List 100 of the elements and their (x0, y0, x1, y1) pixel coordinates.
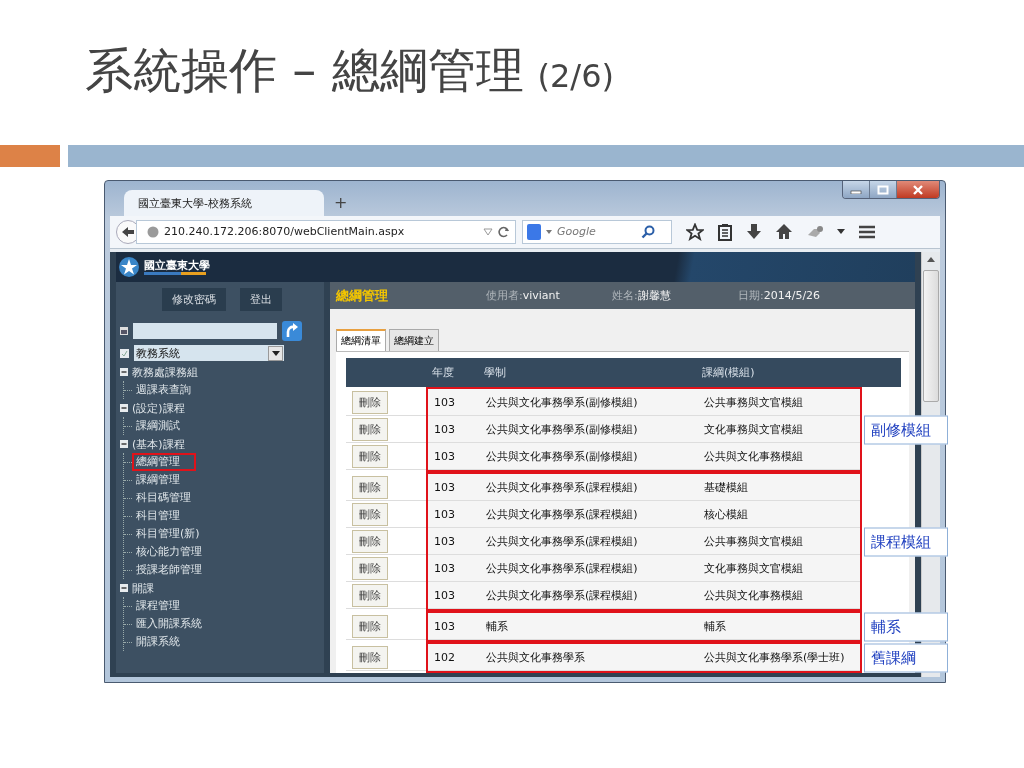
tab[interactable]: 總綱清單 (336, 329, 386, 351)
table-cell-text: 102 (433, 650, 456, 664)
field-label: 使用者: (486, 289, 523, 302)
tree-item[interactable]: 週課表查詢 (132, 381, 195, 399)
tree-item[interactable]: 核心能力管理 (132, 543, 206, 561)
tree-item[interactable]: 科目管理(新) (132, 525, 204, 543)
collapse-icon[interactable] (120, 368, 128, 376)
delete-button[interactable]: 刪除 (352, 444, 388, 468)
table-cell-text: 103 (433, 561, 456, 575)
collapse-icon[interactable] (120, 440, 128, 448)
table-cell-text: 基礎模組 (704, 479, 749, 495)
table-cell-text: 公共與文化事務學系(副修模組) (486, 421, 639, 437)
close-icon (912, 184, 924, 195)
sidebar-button[interactable]: 登出 (240, 288, 282, 311)
table-cell-text: 公共事務與文官模組 (704, 533, 804, 549)
clipboard-icon[interactable] (717, 222, 733, 241)
search-field[interactable]: Google (522, 219, 672, 244)
maximize-icon (877, 184, 889, 195)
slide-title: 系統操作 – 總綱管理 (85, 41, 524, 100)
table-cell-text: 公共與文化事務學系(課程模組) (486, 587, 639, 603)
download-icon[interactable] (746, 222, 762, 241)
table-cell-text: 103 (433, 449, 456, 463)
table-cell-text: 103 (433, 507, 456, 521)
table-cell-text: 核心模組 (704, 506, 749, 522)
tree-item[interactable]: 開課系統 (132, 633, 184, 651)
logo-strip (144, 272, 206, 275)
table-cell-text: 103 (433, 619, 456, 633)
slide-page-number: (2/6) (537, 57, 614, 95)
page-title: 總綱管理 (336, 286, 389, 305)
tree-item[interactable]: 科目碼管理 (132, 489, 195, 507)
delete-button[interactable]: 刪除 (352, 390, 388, 414)
tab[interactable]: 總綱建立 (389, 329, 439, 351)
delete-button[interactable]: 刪除 (352, 502, 388, 526)
table-cell-text: 文化事務與文官模組 (704, 421, 804, 437)
system-dropdown[interactable]: 教務系統 (134, 345, 284, 361)
refresh-button[interactable] (282, 321, 302, 341)
table-cell-text: 103 (433, 480, 456, 494)
scrollbar-thumb[interactable] (923, 270, 939, 402)
browser-tab[interactable]: 國立臺東大學-校務系統 (124, 189, 324, 216)
delete-button[interactable]: 刪除 (352, 529, 388, 553)
new-tab-button[interactable]: + (334, 192, 348, 216)
delete-button[interactable]: 刪除 (352, 614, 388, 638)
column-header: 課綱(模組) (702, 365, 756, 380)
input-field[interactable] (133, 323, 277, 339)
logo-text: 國立臺東大學 (144, 259, 210, 272)
table-cell-text: 103 (433, 422, 456, 436)
tree-item[interactable]: 課程管理 (132, 597, 184, 615)
table-cell-text: 文化事務與文官模組 (704, 560, 804, 576)
tree-item[interactable]: (設定)課程 (132, 400, 185, 416)
scroll-up-icon[interactable] (927, 257, 935, 262)
arrow-icon (121, 225, 135, 238)
table-cell-text: 公共與文化事務學系(課程模組) (486, 560, 639, 576)
delete-button[interactable]: 刪除 (352, 645, 388, 669)
delete-button[interactable]: 刪除 (352, 417, 388, 441)
refresh-icon (285, 323, 299, 339)
tree-item[interactable]: 授課老師管理 (132, 561, 206, 579)
table-cell-text: 公共事務與文官模組 (704, 394, 804, 410)
maximize-button[interactable] (870, 181, 897, 198)
close-button[interactable] (897, 181, 939, 198)
search-engine-icon[interactable] (527, 223, 541, 240)
home-icon[interactable] (775, 222, 793, 241)
sidebar-button[interactable]: 修改密碼 (162, 288, 226, 311)
delete-button[interactable]: 刪除 (352, 475, 388, 499)
table-cell-text: 公共與文化事務模組 (704, 448, 804, 464)
table-cell-text: 公共與文化事務學系(副修模組) (486, 448, 639, 464)
tree-item[interactable]: 科目管理 (132, 507, 184, 525)
delete-button[interactable]: 刪除 (352, 583, 388, 607)
table-cell-text: 103 (433, 534, 456, 548)
tree-item[interactable]: 教務處課務組 (132, 364, 198, 380)
reload-icon[interactable] (498, 225, 510, 238)
collapse-icon[interactable] (120, 584, 128, 592)
search-icon[interactable] (641, 224, 655, 239)
minimize-button[interactable] (843, 181, 870, 198)
table-cell-text: 公共與文化事務學系 (486, 649, 586, 665)
table-cell-text: 公共與文化事務學系(學士班) (704, 649, 846, 665)
table-cell-text: 公共與文化事務學系(課程模組) (486, 479, 639, 495)
menu-icon[interactable] (858, 224, 876, 239)
table-cell-text: 103 (433, 588, 456, 602)
delete-button[interactable]: 刪除 (352, 556, 388, 580)
collapse-icon[interactable] (120, 404, 128, 412)
table-cell-text: 輔系 (704, 618, 727, 634)
column-header: 學制 (484, 365, 507, 380)
calendar-icon (120, 327, 128, 335)
tree-item[interactable]: 匯入開課系統 (132, 615, 206, 633)
address-bar[interactable]: 210.240.172.206:8070/webClientMain.aspx (136, 219, 516, 244)
tree-item[interactable]: 課綱管理 (132, 471, 184, 489)
table-cell-text: 103 (433, 395, 456, 409)
dropdown-icon[interactable] (483, 227, 493, 236)
placeholder-text: Google (557, 225, 597, 239)
tree-item[interactable]: 開課 (132, 580, 154, 596)
callout-label: 輔系 (864, 612, 948, 641)
callout-label: 舊課綱 (864, 643, 948, 672)
tree-item[interactable]: (基本)課程 (132, 436, 185, 452)
checkbox-icon (120, 348, 129, 358)
star-icon[interactable] (686, 222, 704, 241)
globe-icon (147, 225, 159, 238)
tree-item[interactable]: 課綱測試 (132, 417, 184, 435)
tree-item[interactable]: 總綱管理 (132, 453, 196, 471)
caret-icon[interactable] (837, 228, 845, 235)
caret-icon (271, 350, 280, 356)
